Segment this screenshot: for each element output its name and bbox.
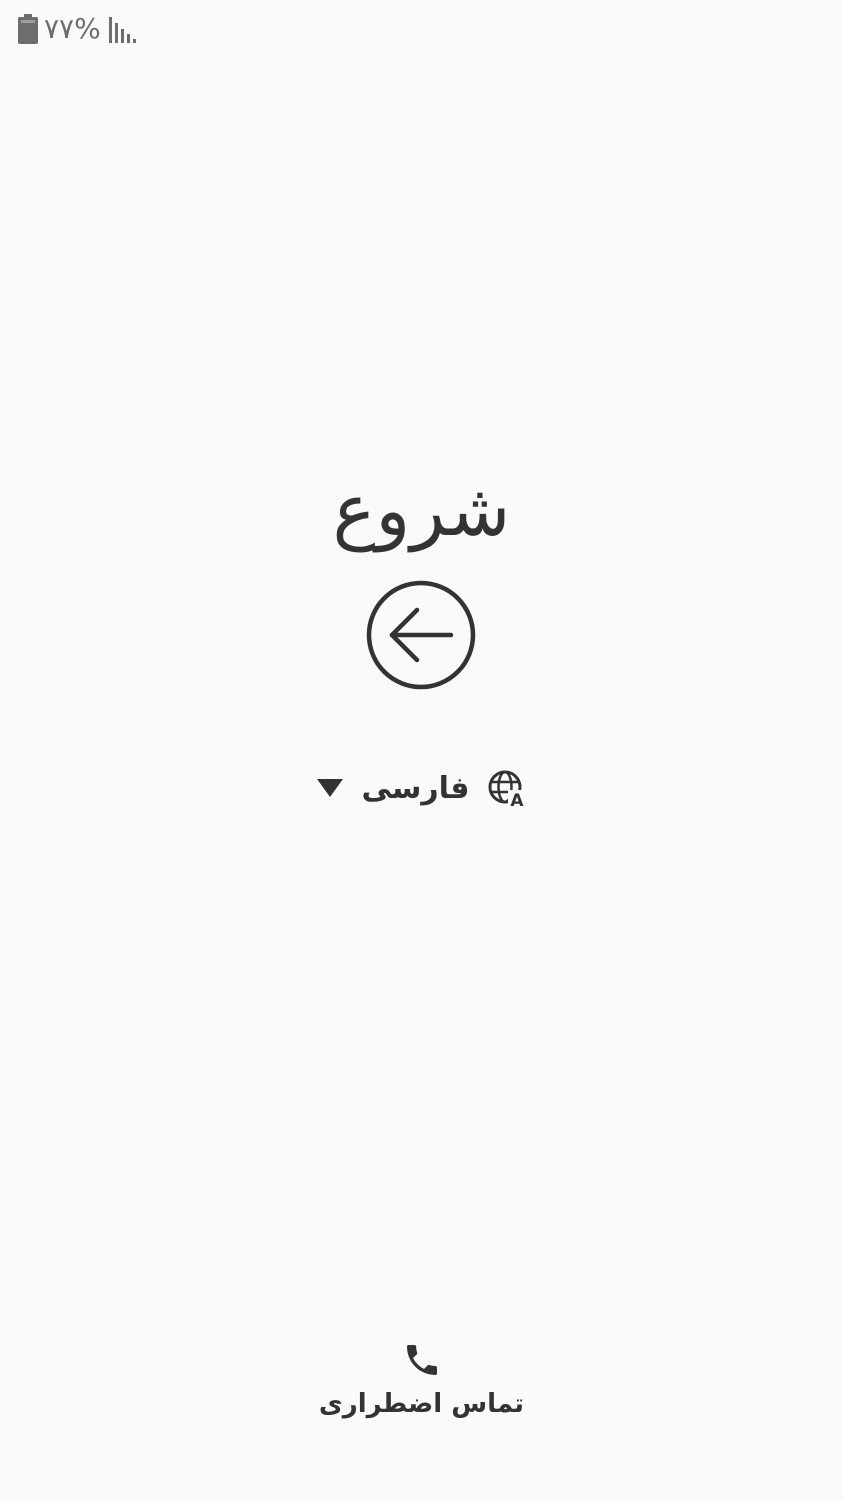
emergency-call-button[interactable]: تماس اضطراری — [0, 1340, 843, 1440]
language-label: فارسی — [361, 771, 470, 806]
welcome-screen: ۷۷% شروع فارسی A تماس اضطراری — [0, 0, 843, 1500]
status-bar: ۷۷% — [18, 12, 137, 46]
signal-icon — [107, 15, 137, 43]
battery-icon — [18, 14, 38, 44]
globe-language-icon: A — [488, 770, 526, 808]
arrow-left-circle-icon — [365, 579, 477, 691]
language-selector[interactable]: فارسی A — [0, 764, 843, 814]
emergency-call-label: تماس اضطراری — [318, 1389, 525, 1419]
phone-icon — [402, 1340, 442, 1380]
triangle-down-icon — [317, 779, 344, 799]
start-button[interactable] — [365, 579, 477, 691]
page-title: شروع — [332, 468, 511, 552]
battery-percentage: ۷۷% — [44, 12, 101, 45]
svg-text:A: A — [510, 791, 524, 808]
